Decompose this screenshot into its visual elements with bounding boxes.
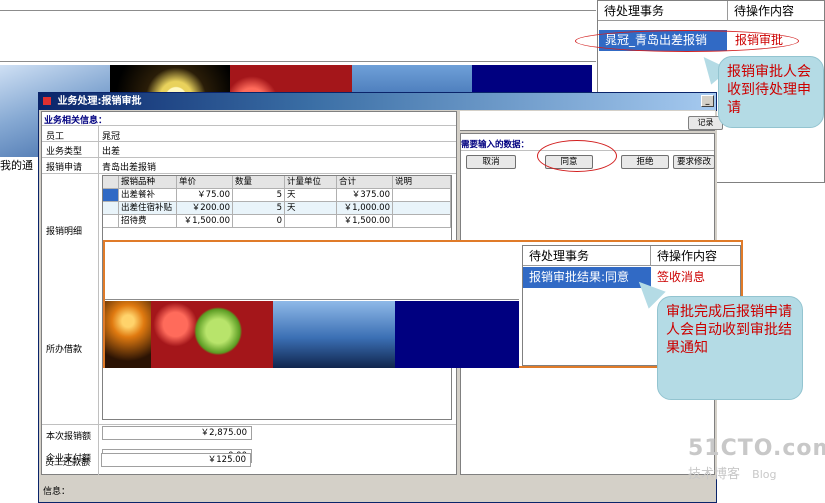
watermark-logo: 51CTO.com 技术博客 Blog [688, 436, 825, 496]
minimize-button[interactable]: _ [701, 95, 714, 107]
table-cell[interactable]: 招待费 [119, 215, 177, 228]
table-header[interactable]: 数量 [233, 176, 285, 189]
table-cell[interactable]: ￥75.00 [177, 189, 233, 202]
status-bar: 信息： [43, 487, 71, 497]
employee-repay-field[interactable]: ￥125.00 [101, 453, 251, 467]
app-flag-icon [43, 97, 51, 105]
table-cell[interactable] [285, 215, 337, 228]
sidebar-link-mine[interactable]: 我的通 [0, 157, 40, 173]
field-value: 青岛出差报销 [102, 163, 157, 173]
table-cell[interactable]: 5 [233, 202, 285, 215]
column-header-pending-task[interactable]: 待处理事务 [598, 1, 728, 21]
dialog-title: 业务处理:报销审批 [57, 96, 142, 107]
table-cell[interactable]: 0 [233, 215, 285, 228]
table-header[interactable]: 报销品种 [119, 176, 177, 189]
table-header[interactable]: 合计 [337, 176, 393, 189]
table-cell[interactable]: 出差住宿补贴 [119, 202, 177, 215]
field-value: 出差 [102, 147, 121, 157]
cancel-button[interactable]: 取消 [466, 155, 516, 169]
input-label: 需要输入的数据： [461, 140, 530, 150]
callout-approver: 报销审批人会收到待处理申请 [718, 56, 824, 128]
loan-label: 所办借款 [46, 345, 83, 355]
table-cell[interactable]: 5 [233, 189, 285, 202]
banner-apples-image [151, 301, 273, 368]
top-blank-panel [0, 10, 596, 62]
field-row-employee: 员工 晁冠 [42, 125, 456, 142]
table-cell[interactable]: 天 [285, 189, 337, 202]
watermark-sub-line: 技术博客 Blog [688, 463, 818, 482]
reimburse-amount-field[interactable]: ￥2,875.00 [102, 426, 252, 440]
table-cell[interactable] [393, 215, 451, 228]
table-header[interactable]: 说明 [393, 176, 451, 189]
callout-applicant: 审批完成后报销申请人会自动收到审批结果通知 [657, 296, 803, 400]
table-cell[interactable]: ￥200.00 [177, 202, 233, 215]
field-label: 员工 [46, 132, 65, 142]
highlight-ellipse-agree [537, 140, 617, 172]
detail-label: 报销明细 [46, 227, 83, 237]
table-header[interactable]: 单价 [177, 176, 233, 189]
label-divider [98, 125, 99, 475]
column-header-pending-task[interactable]: 待处理事务 [523, 246, 651, 266]
field-row-request: 报销申请 青岛出差报销 [42, 158, 456, 174]
overlay-blank-panel [105, 242, 519, 300]
table-header[interactable]: 计量单位 [285, 176, 337, 189]
column-header-action[interactable]: 待操作内容 [651, 246, 740, 266]
row-selector[interactable] [103, 202, 119, 215]
input-panel-header [460, 111, 715, 131]
row-selector[interactable] [103, 215, 119, 228]
table-cell[interactable]: ￥1,500.00 [177, 215, 233, 228]
reject-button[interactable]: 拒绝 [621, 155, 669, 169]
table-cell[interactable]: ￥375.00 [337, 189, 393, 202]
divider [42, 424, 456, 425]
row-header-corner [103, 176, 119, 189]
table-cell[interactable]: ￥1,000.00 [337, 202, 393, 215]
table-cell[interactable]: ￥1,500.00 [337, 215, 393, 228]
amount-label: 员工还款额 [45, 458, 91, 468]
field-label: 业务类型 [46, 147, 83, 157]
watermark-sub: 技术博客 [688, 467, 741, 482]
request-modify-button[interactable]: 要求修改 [673, 155, 715, 169]
dialog-title-bar[interactable]: 业务处理:报销审批 _ [39, 93, 716, 110]
watermark-main: 51CTO.com [688, 436, 825, 461]
table-cell[interactable]: 出差餐补 [119, 189, 177, 202]
row-selector[interactable] [103, 189, 119, 202]
column-header-action[interactable]: 待操作内容 [728, 1, 824, 21]
banner-navy-block [395, 301, 519, 368]
amount-label: 本次报销额 [46, 432, 92, 442]
table-cell[interactable]: 天 [285, 202, 337, 215]
field-row-type: 业务类型 出差 [42, 142, 456, 158]
highlight-ellipse-pending [575, 30, 799, 52]
result-task-cell[interactable]: 报销审批结果:同意 [523, 267, 651, 288]
banner-business-people-image [273, 301, 395, 368]
result-action-cell[interactable]: 签收消息 [651, 267, 740, 288]
watermark-blog: Blog [752, 468, 777, 481]
field-value: 晁冠 [102, 132, 121, 142]
table-cell[interactable] [393, 189, 451, 202]
table-cell[interactable] [393, 202, 451, 215]
banner-teamwork-image [105, 301, 151, 368]
field-label: 报销申请 [46, 163, 83, 173]
